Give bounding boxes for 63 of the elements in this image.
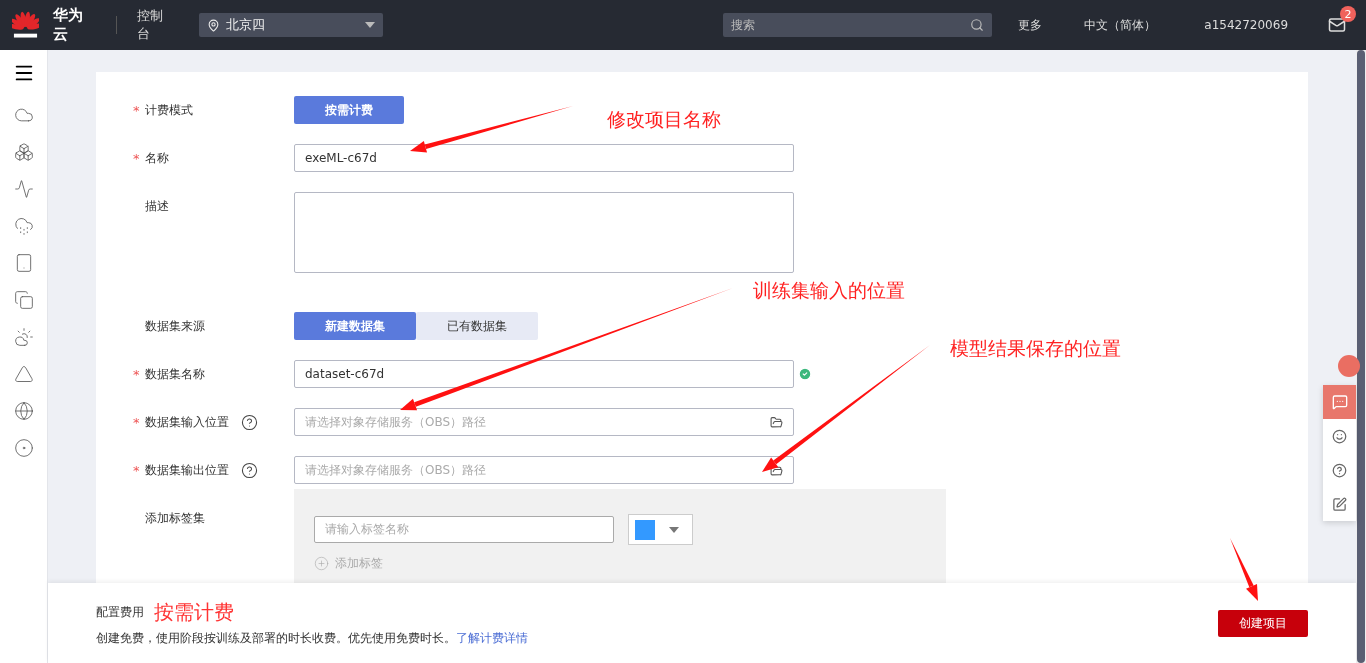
- console-link[interactable]: 控制台: [137, 7, 175, 43]
- logo-icon: [12, 9, 39, 41]
- field-label: 数据集名称: [145, 365, 205, 383]
- field-label: 计费模式: [145, 101, 193, 119]
- help-icon[interactable]: [241, 413, 258, 431]
- mail-icon[interactable]: [1328, 16, 1346, 34]
- option-button[interactable]: 新建数据集: [294, 312, 416, 340]
- field-label: 数据集来源: [145, 317, 205, 335]
- caret-icon: [364, 22, 375, 28]
- required-mark: *: [133, 150, 140, 166]
- header-link[interactable]: a1542720069: [1204, 18, 1288, 32]
- cards-icon[interactable]: [13, 290, 34, 310]
- help-icon[interactable]: [241, 461, 258, 479]
- search-field[interactable]: 搜索: [722, 13, 993, 37]
- field-label: 描述: [145, 197, 169, 215]
- required-mark: *: [133, 462, 140, 478]
- required-mark: *: [133, 102, 140, 118]
- globe-icon[interactable]: [13, 401, 34, 421]
- field-label: 名称: [145, 149, 169, 167]
- price-text: 按需计费: [154, 599, 234, 626]
- avatar-icon[interactable]: [1338, 355, 1360, 377]
- create-button[interactable]: 创建项目: [1218, 609, 1308, 637]
- input-field[interactable]: exeML-c67d: [294, 144, 794, 172]
- circle-icon[interactable]: [13, 438, 34, 458]
- field-label: 添加标签集: [145, 509, 205, 527]
- plus-icon: [314, 556, 329, 571]
- folder-icon: [770, 415, 783, 429]
- textarea-field[interactable]: [294, 192, 794, 273]
- help-icon: [1332, 462, 1347, 478]
- feedback-button[interactable]: [1323, 419, 1356, 453]
- input-field[interactable]: dataset-c67d: [294, 360, 794, 388]
- region-select[interactable]: 北京四: [198, 13, 383, 37]
- billing-link[interactable]: 了解计费详情: [456, 631, 528, 645]
- annotation-text: 修改项目名称: [607, 107, 721, 132]
- pin-icon: [206, 18, 220, 32]
- cloud-icon[interactable]: [13, 327, 34, 347]
- edit-button[interactable]: [1323, 487, 1356, 521]
- required-mark: *: [133, 366, 140, 382]
- search-icon[interactable]: [970, 18, 985, 32]
- arrow: [1230, 538, 1258, 601]
- pyramid-icon[interactable]: [13, 364, 34, 384]
- caret-icon: [669, 526, 679, 533]
- chat-icon: [1331, 394, 1348, 410]
- option-button[interactable]: 已有数据集: [416, 312, 538, 340]
- notification-badge: 2: [1340, 6, 1356, 22]
- annotation-text: 训练集输入的位置: [753, 278, 905, 303]
- cloud-icon[interactable]: [13, 216, 34, 236]
- color-select[interactable]: [628, 514, 693, 545]
- header-link[interactable]: 中文（简体）: [1084, 16, 1157, 34]
- brand-name: 华为云: [53, 6, 84, 44]
- annotation-text: 模型结果保存的位置: [950, 336, 1121, 361]
- header-link[interactable]: 更多: [1018, 16, 1043, 34]
- field-label: 数据集输出位置: [145, 461, 229, 479]
- wave-icon[interactable]: [13, 179, 34, 199]
- smile-icon: [1332, 428, 1347, 444]
- required-mark: *: [133, 414, 140, 430]
- scrollbar[interactable]: [1357, 50, 1365, 663]
- cost-label: 配置费用: [96, 604, 144, 621]
- edit-icon: [1332, 496, 1347, 512]
- field-label: 数据集输入位置: [145, 413, 229, 431]
- chat-button[interactable]: [1323, 385, 1356, 419]
- option-button[interactable]: 按需计费: [294, 96, 404, 124]
- billing-note: 创建免费，使用阶段按训练及部署的时长收费。优先使用免费时长。了解计费详情: [96, 630, 528, 647]
